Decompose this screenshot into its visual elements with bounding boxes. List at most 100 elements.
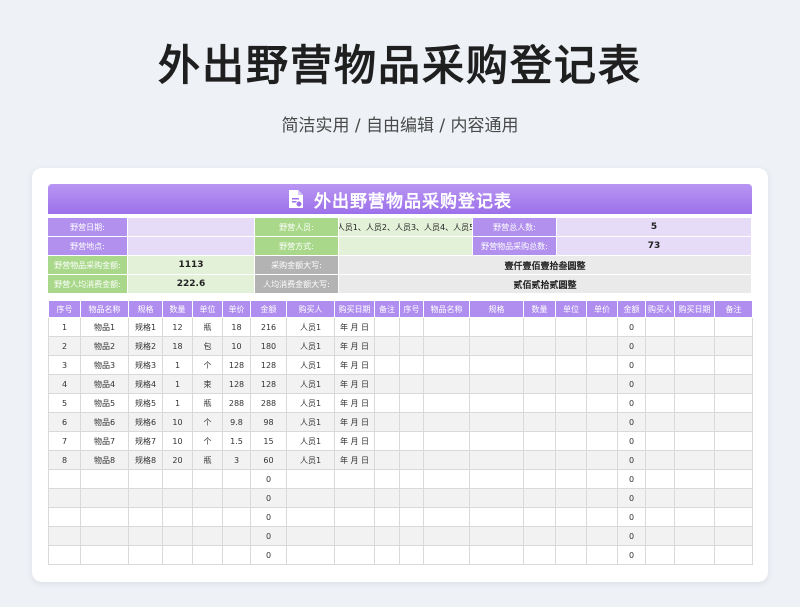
table-cell[interactable] (555, 412, 587, 432)
table-cell[interactable] (645, 545, 675, 565)
table-cell[interactable] (192, 526, 223, 546)
table-cell[interactable] (714, 393, 753, 413)
table-cell[interactable] (586, 336, 618, 356)
table-cell[interactable] (423, 507, 470, 527)
table-cell[interactable] (399, 545, 424, 565)
table-cell[interactable]: 0 (250, 469, 287, 489)
table-cell[interactable]: 规格3 (128, 355, 163, 375)
table-cell[interactable] (714, 317, 753, 337)
table-cell[interactable] (523, 526, 556, 546)
table-cell[interactable] (423, 355, 470, 375)
table-cell[interactable] (128, 469, 163, 489)
table-cell[interactable] (645, 431, 675, 451)
table-cell[interactable]: 瓶 (192, 317, 223, 337)
table-cell[interactable]: 物品1 (80, 317, 129, 337)
table-cell[interactable] (399, 526, 424, 546)
table-cell[interactable] (399, 431, 424, 451)
table-cell[interactable] (374, 336, 400, 356)
table-cell[interactable] (555, 393, 587, 413)
table-cell[interactable] (674, 450, 715, 470)
table-cell[interactable] (586, 469, 618, 489)
table-cell[interactable] (674, 507, 715, 527)
table-cell[interactable] (423, 469, 470, 489)
table-cell[interactable] (674, 317, 715, 337)
table-cell[interactable] (523, 431, 556, 451)
purchase-total-value[interactable]: 1113 (128, 256, 255, 274)
table-cell[interactable] (586, 488, 618, 508)
table-cell[interactable] (674, 374, 715, 394)
table-cell[interactable] (48, 507, 81, 527)
table-cell[interactable]: 0 (617, 450, 646, 470)
table-cell[interactable] (128, 526, 163, 546)
table-cell[interactable] (374, 545, 400, 565)
table-cell[interactable]: 2 (48, 336, 81, 356)
table-cell[interactable] (714, 431, 753, 451)
table-cell[interactable]: 规格8 (128, 450, 163, 470)
table-cell[interactable] (374, 412, 400, 432)
table-cell[interactable] (48, 488, 81, 508)
table-cell[interactable] (714, 355, 753, 375)
table-cell[interactable]: 12 (162, 317, 193, 337)
table-cell[interactable] (714, 374, 753, 394)
table-cell[interactable]: 8 (48, 450, 81, 470)
table-cell[interactable] (48, 545, 81, 565)
table-cell[interactable] (645, 526, 675, 546)
table-cell[interactable] (586, 545, 618, 565)
table-cell[interactable]: 4 (48, 374, 81, 394)
table-cell[interactable]: 128 (222, 355, 251, 375)
table-cell[interactable]: 7 (48, 431, 81, 451)
table-cell[interactable] (523, 450, 556, 470)
table-cell[interactable]: 束 (192, 374, 223, 394)
table-cell[interactable] (399, 374, 424, 394)
table-cell[interactable] (714, 488, 753, 508)
table-cell[interactable]: 216 (250, 317, 287, 337)
table-cell[interactable] (645, 336, 675, 356)
table-cell[interactable] (674, 526, 715, 546)
table-cell[interactable] (192, 507, 223, 527)
table-cell[interactable]: 瓶 (192, 393, 223, 413)
table-cell[interactable] (334, 507, 375, 527)
table-cell[interactable] (555, 336, 587, 356)
table-cell[interactable] (645, 450, 675, 470)
table-cell[interactable]: 人员1 (286, 412, 335, 432)
table-cell[interactable]: 3 (222, 450, 251, 470)
table-cell[interactable] (162, 469, 193, 489)
table-cell[interactable]: 0 (250, 488, 287, 508)
table-cell[interactable] (586, 507, 618, 527)
table-cell[interactable] (334, 469, 375, 489)
table-cell[interactable] (374, 393, 400, 413)
table-cell[interactable] (423, 488, 470, 508)
table-cell[interactable]: 规格1 (128, 317, 163, 337)
table-cell[interactable]: 20 (162, 450, 193, 470)
table-cell[interactable] (399, 412, 424, 432)
table-cell[interactable]: 年 月 日 (334, 317, 375, 337)
table-cell[interactable] (423, 393, 470, 413)
table-cell[interactable]: 15 (250, 431, 287, 451)
table-cell[interactable] (714, 526, 753, 546)
table-cell[interactable] (714, 412, 753, 432)
table-cell[interactable] (555, 431, 587, 451)
table-cell[interactable]: 物品6 (80, 412, 129, 432)
table-cell[interactable]: 128 (250, 355, 287, 375)
table-cell[interactable]: 6 (48, 412, 81, 432)
table-cell[interactable]: 物品7 (80, 431, 129, 451)
table-cell[interactable]: 人员1 (286, 374, 335, 394)
table-cell[interactable]: 年 月 日 (334, 393, 375, 413)
table-cell[interactable]: 18 (162, 336, 193, 356)
table-cell[interactable] (222, 469, 251, 489)
table-cell[interactable] (469, 469, 524, 489)
table-cell[interactable]: 60 (250, 450, 287, 470)
table-cell[interactable] (423, 526, 470, 546)
table-cell[interactable] (192, 545, 223, 565)
table-cell[interactable] (48, 469, 81, 489)
table-cell[interactable]: 年 月 日 (334, 431, 375, 451)
table-cell[interactable] (399, 469, 424, 489)
table-cell[interactable] (162, 507, 193, 527)
table-cell[interactable] (423, 374, 470, 394)
table-cell[interactable]: 个 (192, 412, 223, 432)
table-cell[interactable] (423, 336, 470, 356)
table-cell[interactable]: 人员1 (286, 355, 335, 375)
table-cell[interactable]: 物品3 (80, 355, 129, 375)
table-cell[interactable] (286, 526, 335, 546)
table-cell[interactable] (374, 469, 400, 489)
